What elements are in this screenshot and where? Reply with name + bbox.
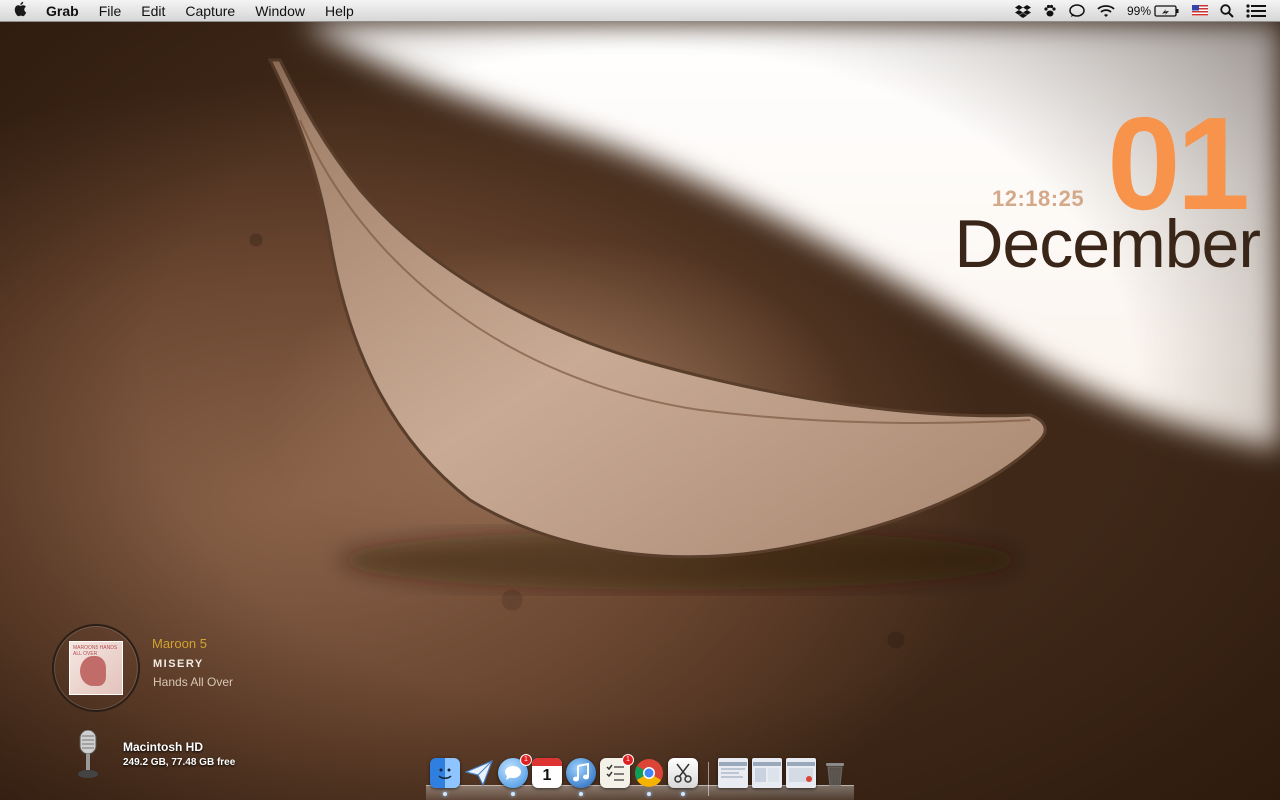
dock-chrome[interactable] — [634, 758, 664, 788]
dock-messages-running-indicator — [511, 792, 515, 796]
dropbox-icon[interactable] — [1009, 0, 1037, 22]
calendar-icon: 1 — [532, 758, 562, 788]
dock-window-thumb-2[interactable] — [752, 758, 782, 788]
clock-month: December — [954, 206, 1261, 282]
messages-badge: 1 — [520, 754, 532, 766]
speech-bubble-icon[interactable] — [1063, 0, 1091, 22]
music-artist: Maroon 5 — [152, 636, 207, 651]
menu-window[interactable]: Window — [245, 0, 315, 22]
dock-grab[interactable] — [668, 758, 698, 788]
apple-menu-icon[interactable] — [0, 1, 40, 21]
speech-bubble-icon — [505, 766, 521, 780]
dock-window-thumb-1[interactable] — [718, 758, 748, 788]
checklist-icon — [606, 764, 624, 781]
album-art: MAROON5 HANDS ALL OVER — [69, 641, 123, 695]
music-note-icon — [573, 763, 589, 782]
now-playing-widget[interactable]: MAROON5 HANDS ALL OVER — [52, 624, 140, 712]
dock-calendar[interactable]: 1 — [532, 758, 562, 788]
menu-app-name[interactable]: Grab — [40, 0, 89, 22]
dock-chrome-running-indicator — [647, 792, 651, 796]
menu-capture[interactable]: Capture — [175, 0, 245, 22]
dock-reminders[interactable]: 1 — [600, 754, 634, 788]
window-thumbnail-icon — [753, 762, 781, 782]
disk-name: Macintosh HD — [123, 740, 204, 754]
dock-finder[interactable] — [430, 758, 460, 788]
window-thumbnail-icon — [719, 762, 747, 778]
chrome-icon — [635, 759, 663, 787]
music-track: MISERY — [153, 658, 204, 670]
dock-mail[interactable] — [464, 758, 494, 788]
battery-icon — [1154, 4, 1179, 17]
spotlight-search-icon[interactable] — [1214, 0, 1240, 22]
battery-percent: 99% — [1126, 3, 1151, 18]
window-thumbnail-icon — [787, 762, 815, 782]
dock-separator — [708, 762, 709, 796]
dock-itunes-running-indicator — [579, 792, 583, 796]
dock-grab-running-indicator — [681, 792, 685, 796]
menu-edit[interactable]: Edit — [131, 0, 175, 22]
dock-trash[interactable] — [820, 758, 850, 788]
finder-icon — [438, 768, 452, 779]
wifi-icon[interactable] — [1091, 0, 1121, 22]
paper-plane-icon — [465, 760, 493, 786]
scissors-icon — [674, 763, 692, 783]
disk-info: 249.2 GB, 77.48 GB free — [123, 757, 236, 768]
menu-help[interactable]: Help — [315, 0, 364, 22]
menu-file[interactable]: File — [89, 0, 132, 22]
reminders-badge: 1 — [622, 754, 634, 766]
album-art-figure — [80, 656, 106, 686]
menu-bar: Grab File Edit Capture Window Help 99% — [0, 0, 1280, 22]
notification-center-icon[interactable] — [1240, 0, 1272, 22]
dock-window-thumb-3[interactable] — [786, 758, 816, 788]
dock: 1 1 1 — [426, 754, 854, 800]
calendar-day: 1 — [542, 767, 552, 784]
status-area: 99% — [1009, 0, 1280, 22]
dock-messages[interactable]: 1 — [498, 754, 532, 788]
music-album: Hands All Over — [153, 675, 234, 689]
trash-icon — [826, 763, 844, 787]
battery-status[interactable]: 99% — [1121, 0, 1186, 22]
microphone-disk-icon — [76, 729, 100, 780]
paw-icon[interactable] — [1037, 0, 1063, 22]
dock-itunes[interactable] — [566, 758, 596, 788]
us-flag-icon[interactable] — [1186, 0, 1214, 22]
dock-finder-running-indicator — [443, 792, 447, 796]
